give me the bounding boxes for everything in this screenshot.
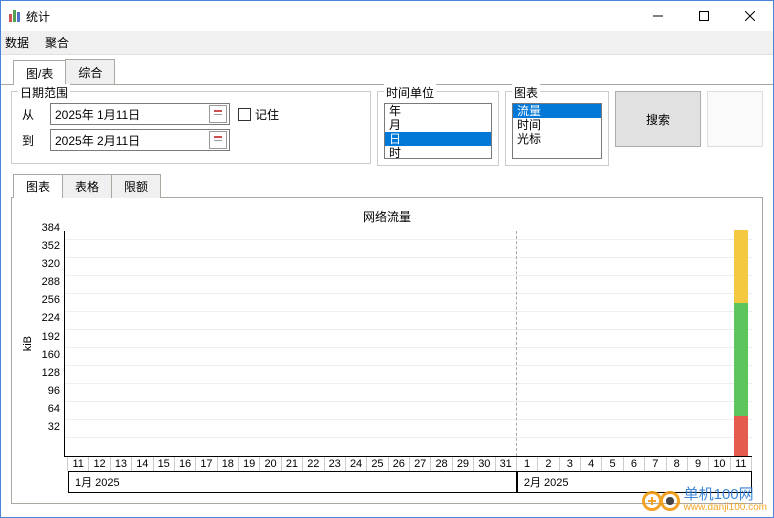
x-tick: 13 (110, 457, 132, 471)
x-tick: 2 (537, 457, 559, 471)
search-button[interactable]: 搜索 (615, 91, 701, 147)
x-tick: 4 (580, 457, 602, 471)
x-tick: 7 (644, 457, 666, 471)
to-datepicker[interactable]: 2025年 2月11日 (50, 129, 230, 151)
x-tick: 28 (430, 457, 452, 471)
titlebar: 统计 (1, 1, 773, 31)
x-tick: 22 (302, 457, 324, 471)
calendar-icon[interactable] (209, 131, 227, 149)
remember-checkbox[interactable]: 记住 (238, 106, 279, 123)
chart-panel: 网络流量 kiB 3264961281601922242562883203523… (11, 197, 763, 504)
list-item[interactable]: 月 (385, 118, 491, 132)
plot-area (64, 231, 752, 457)
y-axis-ticks: 326496128160192224256288320352384 (36, 231, 64, 457)
x-tick: 14 (131, 457, 153, 471)
tab-comprehensive[interactable]: 综合 (65, 59, 115, 84)
x-tick: 12 (88, 457, 110, 471)
window-controls (635, 1, 773, 31)
x-tick: 5 (601, 457, 623, 471)
to-label: 到 (22, 132, 42, 149)
x-tick: 3 (559, 457, 581, 471)
tab-chart-table[interactable]: 图/表 (13, 60, 66, 85)
x-tick: 6 (623, 457, 645, 471)
list-item[interactable]: 光标 (513, 132, 601, 146)
x-tick: 25 (366, 457, 388, 471)
time-unit-fieldset: 时间单位 年月日时 (377, 91, 499, 166)
from-datepicker[interactable]: 2025年 1月11日 (50, 103, 230, 125)
filter-panel: 日期范围 从 2025年 1月11日 记住 到 2025年 2月11日 (1, 85, 773, 172)
x-tick: 24 (345, 457, 367, 471)
x-tick: 27 (409, 457, 431, 471)
x-axis: 1112131415161718192021222324252627282930… (68, 457, 752, 493)
close-button[interactable] (727, 1, 773, 31)
x-tick: 23 (324, 457, 346, 471)
list-item[interactable]: 年 (385, 104, 491, 118)
checkbox-icon (238, 108, 251, 121)
x-group-label: 1月 2025 (68, 472, 517, 493)
remember-label: 记住 (255, 106, 279, 123)
list-item[interactable]: 流量 (513, 104, 601, 118)
date-range-legend: 日期范围 (18, 84, 70, 101)
x-tick: 9 (687, 457, 709, 471)
from-label: 从 (22, 106, 42, 123)
search-button-label: 搜索 (646, 111, 670, 128)
x-tick: 20 (259, 457, 281, 471)
x-tick: 10 (708, 457, 730, 471)
x-group-label: 2月 2025 (517, 472, 752, 493)
x-tick: 19 (238, 457, 260, 471)
maximize-button[interactable] (681, 1, 727, 31)
to-date-value: 2025年 2月11日 (55, 132, 140, 149)
chart-select-listbox[interactable]: 流量时间光标 (512, 103, 602, 159)
x-tick: 26 (388, 457, 410, 471)
x-axis-ticks: 1112131415161718192021222324252627282930… (68, 457, 752, 472)
list-item[interactable]: 时 (385, 146, 491, 159)
x-tick: 21 (281, 457, 303, 471)
calendar-icon[interactable] (209, 105, 227, 123)
window-title: 统计 (26, 8, 50, 25)
x-tick: 11 (67, 457, 89, 471)
menu-data[interactable]: 数据 (5, 34, 29, 51)
bar (734, 230, 748, 456)
app-icon (9, 10, 20, 22)
subtab-chart[interactable]: 图表 (13, 174, 63, 198)
minimize-button[interactable] (635, 1, 681, 31)
x-tick: 15 (153, 457, 175, 471)
subtab-quota[interactable]: 限额 (111, 174, 161, 198)
chart: 网络流量 kiB 3264961281601922242562883203523… (22, 208, 752, 493)
subtab-table[interactable]: 表格 (62, 174, 112, 198)
sub-tabs: 图表 表格 限额 (1, 174, 773, 198)
main-tabs: 图/表 综合 (1, 59, 773, 85)
time-unit-legend: 时间单位 (384, 84, 436, 101)
x-tick: 29 (452, 457, 474, 471)
x-tick: 31 (495, 457, 517, 471)
x-tick: 11 (730, 457, 752, 471)
chart-title: 网络流量 (22, 208, 752, 225)
spacer-panel (707, 91, 763, 147)
chart-select-fieldset: 图表 流量时间光标 (505, 91, 609, 166)
menubar: 数据 聚合 (1, 31, 773, 55)
y-axis-label: kiB (22, 336, 34, 351)
x-axis-groups: 1月 20252月 2025 (68, 472, 752, 493)
x-tick: 17 (195, 457, 217, 471)
x-tick: 1 (516, 457, 538, 471)
x-tick: 8 (666, 457, 688, 471)
date-range-fieldset: 日期范围 从 2025年 1月11日 记住 到 2025年 2月11日 (11, 91, 371, 164)
menu-aggregate[interactable]: 聚合 (45, 34, 69, 51)
x-tick: 30 (473, 457, 495, 471)
chart-select-legend: 图表 (512, 84, 540, 101)
x-tick: 16 (174, 457, 196, 471)
list-item[interactable]: 日 (385, 132, 491, 146)
x-tick: 18 (217, 457, 239, 471)
list-item[interactable]: 时间 (513, 118, 601, 132)
from-date-value: 2025年 1月11日 (55, 106, 140, 123)
time-unit-listbox[interactable]: 年月日时 (384, 103, 492, 159)
